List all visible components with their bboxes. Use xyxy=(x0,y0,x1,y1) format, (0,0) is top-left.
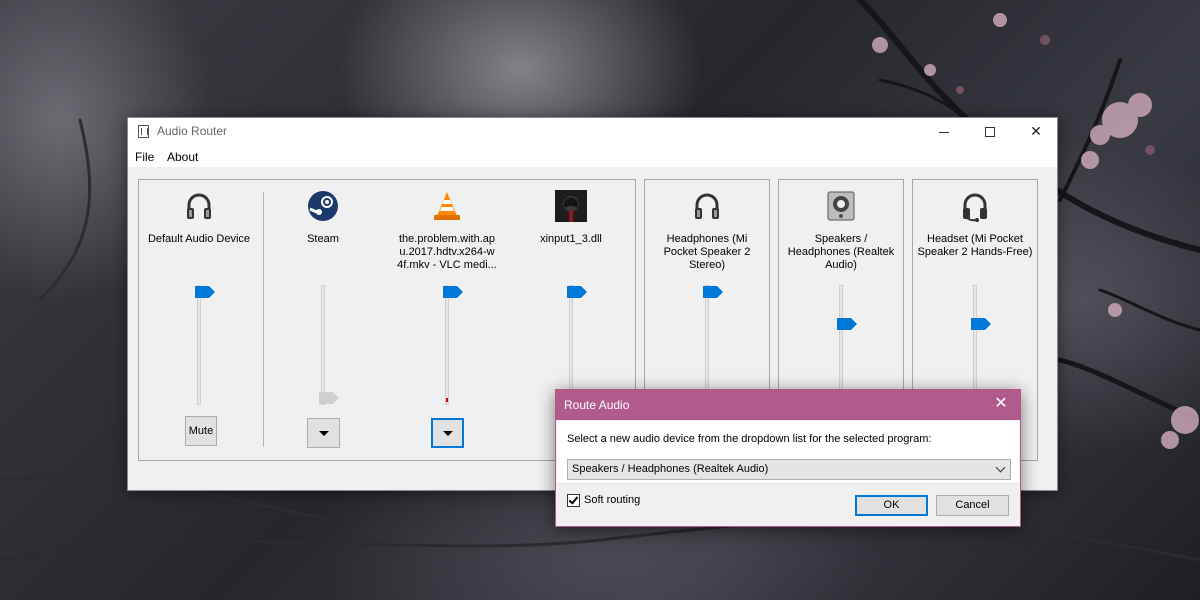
steam-icon xyxy=(308,191,338,221)
ok-button[interactable]: OK xyxy=(855,495,928,516)
selected-device-value: Speakers / Headphones (Realtek Audio) xyxy=(572,463,769,475)
dialog-title: Route Audio xyxy=(564,398,630,412)
minimize-icon xyxy=(939,131,949,133)
headphones-icon xyxy=(187,193,211,219)
device-label: Speakers / Headphones (Realtek Audio) xyxy=(787,233,895,271)
program-label-steam: Steam xyxy=(307,233,339,245)
steam-route-button[interactable] xyxy=(307,418,340,448)
program-column-vlc: the.problem.with.ap u.2017.hdtv.x264-w 4… xyxy=(387,180,507,460)
app-icon xyxy=(138,125,149,138)
cancel-button[interactable]: Cancel xyxy=(936,495,1009,516)
dialog-footer: Soft routing OK Cancel xyxy=(557,483,1019,525)
maximize-button[interactable] xyxy=(967,118,1013,146)
vlc-cone-icon xyxy=(434,192,460,220)
slider-thumb[interactable] xyxy=(837,317,857,330)
vlc-route-button[interactable] xyxy=(431,418,464,448)
steam-volume-slider[interactable] xyxy=(319,285,339,405)
vlc-volume-slider[interactable] xyxy=(443,285,463,405)
default-device-column: Default Audio Device Mute xyxy=(139,180,259,460)
headphones-icon xyxy=(695,193,719,219)
slider-thumb[interactable] xyxy=(319,392,339,404)
device-label: Headphones (Mi Pocket Speaker 2 Stereo) xyxy=(663,233,751,271)
dialog-body: Select a new audio device from the dropd… xyxy=(557,421,1019,525)
soft-routing-checkbox[interactable] xyxy=(567,494,580,507)
xinput-volume-slider[interactable] xyxy=(567,285,587,405)
program-column-steam: Steam xyxy=(263,180,383,460)
default-device-volume-slider[interactable] xyxy=(195,285,215,405)
device-volume-slider[interactable] xyxy=(971,285,991,405)
dialog-title-bar[interactable]: Route Audio ✕ xyxy=(556,390,1020,420)
slider-thumb[interactable] xyxy=(971,317,991,330)
menu-about[interactable]: About xyxy=(167,150,198,164)
program-label-xinput: xinput1_3.dll xyxy=(540,233,602,245)
dialog-instruction: Select a new audio device from the dropd… xyxy=(567,433,932,445)
window-title: Audio Router xyxy=(157,124,228,138)
title-bar[interactable]: Audio Router ✕ xyxy=(128,118,1057,146)
default-device-label: Default Audio Device xyxy=(147,233,251,245)
program-label-vlc: the.problem.with.ap u.2017.hdtv.x264-w 4… xyxy=(397,233,497,271)
minimize-button[interactable] xyxy=(921,118,967,146)
device-volume-slider[interactable] xyxy=(837,285,857,405)
dropdown-arrow-icon xyxy=(318,431,329,436)
slider-thumb[interactable] xyxy=(443,286,463,298)
app-avatar-icon xyxy=(555,190,587,222)
soft-routing-label[interactable]: Soft routing xyxy=(584,494,640,506)
headset-icon xyxy=(963,193,987,222)
checkmark-icon xyxy=(568,494,579,505)
close-icon: ✕ xyxy=(994,395,1008,412)
device-volume-slider[interactable] xyxy=(703,285,723,405)
speaker-icon xyxy=(827,191,855,221)
maximize-icon xyxy=(985,127,995,138)
slider-thumb[interactable] xyxy=(703,286,723,298)
dialog-close-button[interactable]: ✕ xyxy=(990,394,1012,416)
slider-thumb[interactable] xyxy=(567,286,587,298)
device-label: Headset (Mi Pocket Speaker 2 Hands-Free) xyxy=(917,233,1033,258)
chevron-down-icon xyxy=(995,462,1006,473)
peak-meter xyxy=(446,398,448,402)
route-audio-dialog: Route Audio ✕ Select a new audio device … xyxy=(555,389,1021,527)
dropdown-arrow-icon xyxy=(442,431,453,436)
mute-button[interactable]: Mute xyxy=(185,416,217,446)
close-button[interactable]: ✕ xyxy=(1013,118,1059,146)
audio-device-dropdown[interactable]: Speakers / Headphones (Realtek Audio) xyxy=(567,459,1011,480)
close-icon: ✕ xyxy=(1030,123,1042,139)
slider-thumb[interactable] xyxy=(195,286,215,298)
menu-file[interactable]: File xyxy=(135,150,154,164)
